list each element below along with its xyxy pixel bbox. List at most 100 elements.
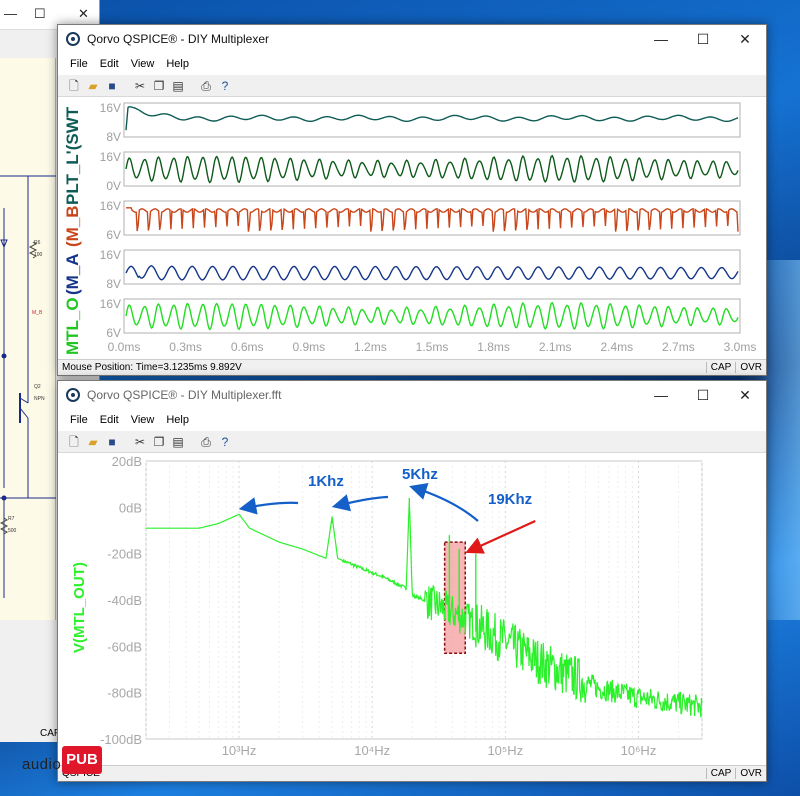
- minimize-icon[interactable]: —: [640, 381, 682, 409]
- fft-status-bar: QSPICE CAP OVR: [58, 765, 766, 781]
- help-icon[interactable]: ?: [217, 78, 233, 94]
- y-axis-tick: -40dB: [107, 593, 142, 608]
- time-axis-tick: 3.0ms: [724, 340, 757, 354]
- frequency-annotation: 19Khz: [488, 491, 532, 508]
- time-axis-tick: 0.9ms: [292, 340, 325, 354]
- qspice-app-icon: [66, 32, 80, 46]
- y-axis-tick: 20dB: [112, 454, 142, 469]
- waveform-chart[interactable]: PLT_L'(SWT(M_B(M_AMTL_O 16V8V16V0V16V6V1…: [58, 97, 766, 359]
- waveform-pane[interactable]: 16V 6V: [100, 297, 741, 340]
- waveform-window-title: Qorvo QSPICE® - DIY Multiplexer: [87, 32, 270, 46]
- close-icon[interactable]: ✕: [724, 25, 766, 53]
- new-file-icon[interactable]: 🗋: [66, 78, 82, 94]
- waveform-plot-area[interactable]: PLT_L'(SWT (M_B (M_A MTL_O 16V 8V 16V 0V 16V 6V 1…: [58, 97, 766, 359]
- menu-view[interactable]: View: [131, 58, 155, 70]
- pane-y-tick: 6V: [106, 326, 121, 340]
- open-folder-icon[interactable]: ▰: [85, 434, 101, 450]
- menu-view[interactable]: View: [131, 414, 155, 426]
- waveform-pane[interactable]: 16V 6V: [100, 199, 741, 242]
- pane-y-tick: 6V: [106, 228, 121, 242]
- maximize-icon[interactable]: ☐: [34, 6, 46, 22]
- waveform-status-bar: Mouse Position: Time=3.1235ms 9.892V CAP…: [58, 359, 766, 375]
- close-icon[interactable]: ✕: [724, 381, 766, 409]
- fft-y-axis-label: V(MTL_OUT): [71, 562, 88, 653]
- y-axis-tick: -80dB: [107, 686, 142, 701]
- open-folder-icon[interactable]: ▰: [85, 78, 101, 94]
- schematic-value-r6: 100: [34, 252, 43, 258]
- schematic-value-r7: 500: [8, 528, 17, 534]
- pane-y-tick: 16V: [100, 150, 121, 164]
- close-icon[interactable]: ✕: [78, 6, 89, 22]
- pane-y-tick: 8V: [106, 130, 121, 144]
- waveform-pane[interactable]: 16V 8V: [100, 101, 741, 144]
- x-axis-tick: 10³Hz: [222, 743, 257, 758]
- trace-label[interactable]: MTL_O: [63, 297, 82, 355]
- frequency-annotation: 5Khz: [402, 466, 438, 483]
- waveform-window[interactable]: Qorvo QSPICE® - DIY Multiplexer — ☐ ✕ Fi…: [57, 24, 767, 376]
- waveform-menu-bar: File Edit View Help: [58, 53, 766, 75]
- minimize-icon[interactable]: —: [640, 25, 682, 53]
- mouse-position-readout: Mouse Position: Time=3.1235ms 9.892V: [62, 362, 242, 373]
- new-file-icon[interactable]: 🗋: [66, 434, 82, 450]
- trace-label[interactable]: (M_B: [63, 205, 82, 247]
- copy-icon[interactable]: ❐: [151, 78, 167, 94]
- schematic-label-q2: Q2: [34, 384, 41, 390]
- minimize-icon[interactable]: —: [4, 6, 17, 21]
- menu-help[interactable]: Help: [166, 414, 189, 426]
- pane-y-tick: 8V: [106, 277, 121, 291]
- audiopub-logo: audio PUB: [22, 742, 132, 788]
- fft-chart[interactable]: 20dB0dB-20dB-40dB-60dB-80dB-100dB 10³Hz 1…: [58, 453, 766, 765]
- copy-icon[interactable]: ❐: [151, 434, 167, 450]
- menu-file[interactable]: File: [70, 414, 88, 426]
- time-axis-tick: 1.5ms: [416, 340, 449, 354]
- pane-y-tick: 16V: [100, 199, 121, 213]
- time-axis-tick: 2.4ms: [600, 340, 633, 354]
- y-axis-tick: -20dB: [107, 547, 142, 562]
- help-icon[interactable]: ?: [217, 434, 233, 450]
- x-axis-tick: 10⁴Hz: [354, 743, 390, 758]
- waveform-toolbar: 🗋 ▰ ■ ✂ ❐ ▤ ⎙ ?: [58, 75, 766, 97]
- pane-y-tick: 16V: [100, 297, 121, 311]
- fft-title-bar: Qorvo QSPICE® - DIY Multiplexer.fft — ☐ …: [58, 381, 766, 409]
- y-axis-tick: 0dB: [119, 500, 142, 515]
- paste-icon[interactable]: ▤: [170, 434, 186, 450]
- save-icon[interactable]: ■: [104, 78, 120, 94]
- maximize-icon[interactable]: ☐: [682, 381, 724, 409]
- save-icon[interactable]: ■: [104, 434, 120, 450]
- cap-indicator: CAP: [705, 768, 736, 779]
- time-axis-tick: 1.8ms: [477, 340, 510, 354]
- cut-icon[interactable]: ✂: [132, 434, 148, 450]
- logo-prefix: audio: [22, 756, 62, 773]
- trace-label[interactable]: (M_A: [63, 253, 82, 295]
- paste-icon[interactable]: ▤: [170, 78, 186, 94]
- menu-file[interactable]: File: [70, 58, 88, 70]
- ovr-indicator: OVR: [735, 768, 766, 779]
- print-icon[interactable]: ⎙: [198, 434, 214, 450]
- qspice-app-icon: [66, 388, 80, 402]
- y-axis-tick: -60dB: [107, 639, 142, 654]
- trace-label[interactable]: PLT_L'(SWT: [63, 106, 82, 205]
- x-axis-tick: 10⁵Hz: [487, 743, 523, 758]
- time-axis-tick: 1.2ms: [354, 340, 387, 354]
- waveform-pane[interactable]: 16V 0V: [100, 150, 741, 193]
- menu-help[interactable]: Help: [166, 58, 189, 70]
- schematic-label-r6: R6: [34, 240, 41, 246]
- cut-icon[interactable]: ✂: [132, 78, 148, 94]
- time-axis-tick: 0.6ms: [231, 340, 264, 354]
- waveform-title-bar: Qorvo QSPICE® - DIY Multiplexer — ☐ ✕: [58, 25, 766, 53]
- maximize-icon[interactable]: ☐: [682, 25, 724, 53]
- menu-edit[interactable]: Edit: [100, 414, 119, 426]
- time-axis-tick: 2.1ms: [539, 340, 572, 354]
- fft-plot-area[interactable]: 20dB 0dB -20dB -40dB -60dB -80dB -100dB 10³Hz 1…: [58, 453, 766, 765]
- fft-window[interactable]: Qorvo QSPICE® - DIY Multiplexer.fft — ☐ …: [57, 380, 767, 782]
- frequency-annotation: 1Khz: [308, 473, 344, 490]
- print-icon[interactable]: ⎙: [198, 78, 214, 94]
- schematic-label-r7: R7: [8, 516, 15, 522]
- x-axis-tick: 10⁶Hz: [621, 743, 657, 758]
- waveform-pane[interactable]: 16V 8V: [100, 248, 741, 291]
- menu-edit[interactable]: Edit: [100, 58, 119, 70]
- schematic-canvas[interactable]: R6 100 M_B Q2 NPN R7 500: [0, 58, 56, 620]
- fft-status-text: QSPICE: [58, 768, 706, 779]
- schematic-value-q2: NPN: [34, 396, 45, 402]
- fft-window-title: Qorvo QSPICE® - DIY Multiplexer.fft: [87, 388, 282, 402]
